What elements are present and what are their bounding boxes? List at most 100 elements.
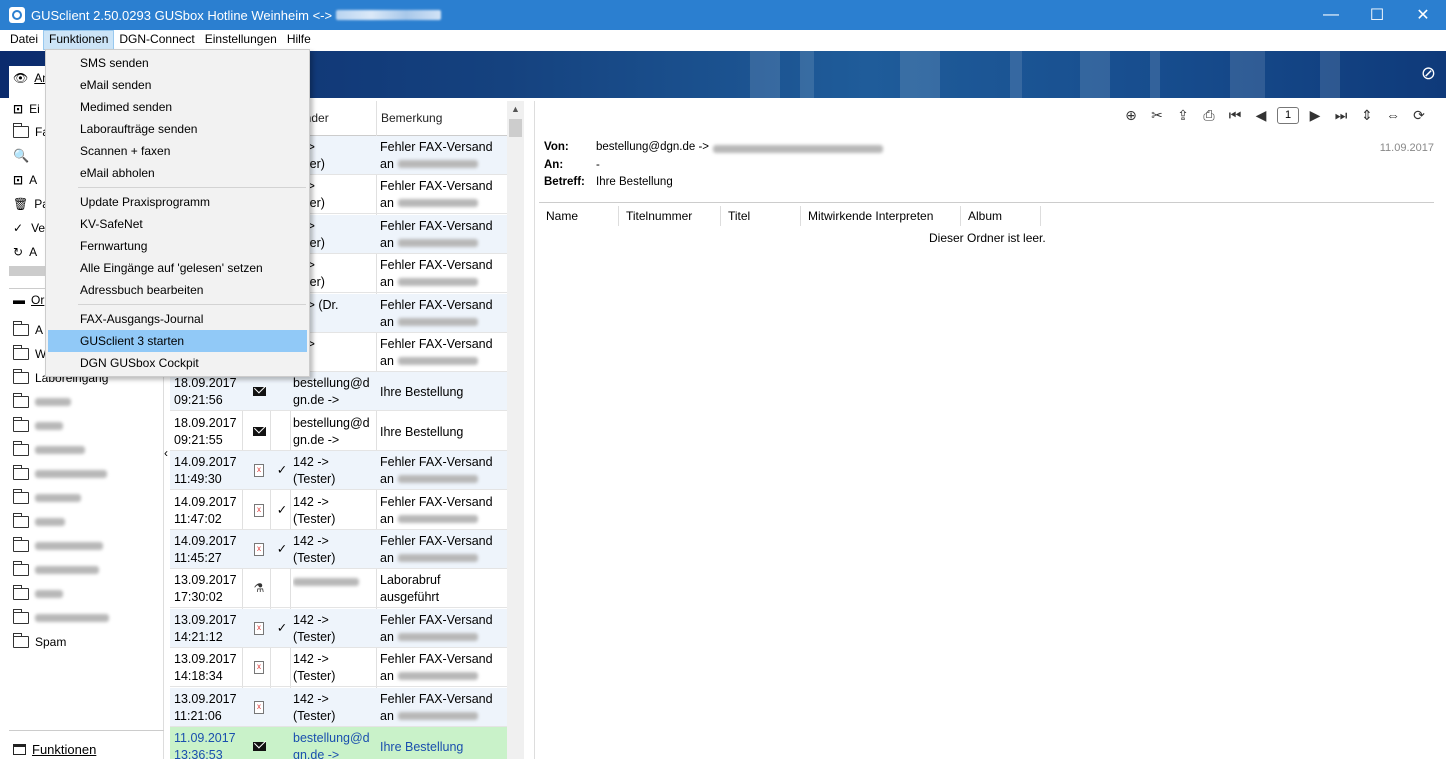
table-row[interactable]: 14.09.2017 11:45:27 ✓ 142 -> (Tester) Fehler … xyxy=(170,530,507,569)
zoom-in-icon[interactable]: ⊕ xyxy=(1121,105,1141,125)
scroll-up-icon[interactable]: ▲ xyxy=(511,104,520,114)
menu-item-adressbuch[interactable]: Adressbuch bearbeiten xyxy=(48,279,307,301)
menu-item-labor-senden[interactable]: Laboraufträge senden xyxy=(48,118,307,140)
menu-item-gusclient3-starten[interactable]: GUSclient 3 starten xyxy=(48,330,307,352)
collapse-arrow-icon[interactable]: ‹ xyxy=(164,446,168,460)
table-row[interactable]: 14.09.2017 11:47:02 ✓ 142 -> (Tester) Fehler … xyxy=(170,491,507,530)
message-date: 11.09.2017 xyxy=(1379,142,1434,154)
message-date: 14.09.2017 xyxy=(174,455,237,470)
folder-icon xyxy=(13,369,29,384)
eye-icon: 👁 xyxy=(13,71,29,85)
folder-item[interactable] xyxy=(9,439,164,461)
table-row[interactable]: 14.09.2017 11:49:30 ✓ 142 -> (Tester) Fehler … xyxy=(170,451,507,491)
note-line: an xyxy=(380,629,394,644)
print-icon[interactable]: ⎙ xyxy=(1199,105,1219,125)
folder-item[interactable] xyxy=(9,607,164,629)
folder-item[interactable] xyxy=(9,583,164,605)
redacted-text xyxy=(35,470,107,478)
menu-item-gusbox-cockpit[interactable]: DGN GUSbox Cockpit xyxy=(48,352,307,374)
fit-height-icon[interactable]: ⇕ xyxy=(1357,105,1377,125)
app-icon[interactable] xyxy=(9,7,25,23)
redacted-text xyxy=(35,614,109,622)
table-row[interactable]: 13.09.2017 14:18:34 142 -> (Tester) Fehler F… xyxy=(170,648,507,688)
menu-item-email-abholen[interactable]: eMail abholen xyxy=(48,162,307,184)
note-line: Fehler FAX-Versand xyxy=(380,218,493,233)
table-row[interactable]: 18.09.2017 09:21:55 bestellung@d gn.de -> Ih… xyxy=(170,412,507,451)
message-date-cell: 14.09.2017 11:47:02 xyxy=(174,491,242,530)
last-page-icon[interactable]: ⏭ xyxy=(1331,105,1351,125)
next-page-icon[interactable]: ▶ xyxy=(1305,105,1325,125)
menu-dgn-connect[interactable]: DGN-Connect xyxy=(114,30,199,50)
column-titel[interactable]: Titel xyxy=(721,206,801,226)
note-line: an xyxy=(380,551,394,565)
funktionen-dropdown-menu: SMS senden eMail senden Medimed senden L… xyxy=(45,49,310,377)
menu-item-medimed-senden[interactable]: Medimed senden xyxy=(48,96,307,118)
maximize-button[interactable]: ☐ xyxy=(1354,0,1400,30)
menu-item-update-praxisprogramm[interactable]: Update Praxisprogramm xyxy=(48,191,307,213)
menu-separator xyxy=(78,304,306,305)
page-number-input[interactable]: 1 xyxy=(1277,106,1299,124)
message-sender-cell: bestellung@d gn.de -> xyxy=(293,372,373,411)
folder-icon xyxy=(13,465,29,480)
note-line: Fehler FAX-Versand xyxy=(380,179,493,194)
message-note-cell: Fehler FAX-Versand an xyxy=(380,648,504,687)
column-header-note[interactable]: Bemerkung xyxy=(376,101,507,136)
folder-item[interactable] xyxy=(9,535,164,557)
upload-icon[interactable]: ⇪ xyxy=(1173,105,1193,125)
table-row[interactable]: 13.09.2017 14:21:12 ✓ 142 -> (Tester) Fehler … xyxy=(170,608,507,648)
table-row[interactable]: 18.09.2017 09:21:56 bestellung@d gn.de -> Ih… xyxy=(170,372,507,412)
menu-item-sms-senden[interactable]: SMS senden xyxy=(48,52,307,74)
redacted-text xyxy=(35,590,63,598)
funktionen-panel-button[interactable]: Funktionen xyxy=(13,742,96,757)
close-button[interactable]: ✕ xyxy=(1400,0,1446,30)
menu-item-alle-gelesen[interactable]: Alle Eingänge auf 'gelesen' setzen xyxy=(48,257,307,279)
prev-page-icon[interactable]: ◀ xyxy=(1251,105,1271,125)
folder-icon xyxy=(13,537,29,552)
menu-item-fax-journal[interactable]: FAX-Ausgangs-Journal xyxy=(48,308,307,330)
folder-item[interactable] xyxy=(9,511,164,533)
title-bar: GUSclient 2.50.0293 GUSbox Hotline Weinh… xyxy=(0,0,1446,30)
menu-datei[interactable]: Datei xyxy=(0,30,43,50)
menu-item-email-senden[interactable]: eMail senden xyxy=(48,74,307,96)
note-line: Laborabruf xyxy=(380,573,441,588)
scrollbar-thumb[interactable] xyxy=(509,119,522,137)
column-album[interactable]: Album xyxy=(961,206,1041,226)
folder-item[interactable] xyxy=(9,559,164,581)
folder-item[interactable] xyxy=(9,415,164,437)
message-check-cell: ✓ xyxy=(274,609,290,648)
menu-hilfe[interactable]: Hilfe xyxy=(282,30,316,50)
folder-item[interactable] xyxy=(9,391,164,413)
preview-pane: ⊕ ✂ ⇪ ⎙ ⏮ ◀ 1 ▶ ⏭ ⇕ ⇔ ⟳ Von: bestellung@… xyxy=(534,101,1439,759)
first-page-icon[interactable]: ⏮ xyxy=(1225,105,1245,125)
menu-item-kv-safenet[interactable]: KV-SafeNet xyxy=(48,213,307,235)
note-line: an xyxy=(380,196,394,211)
column-titelnummer[interactable]: Titelnummer xyxy=(619,206,721,226)
scissors-icon[interactable]: ✂ xyxy=(1147,105,1167,125)
rotate-icon[interactable]: ⟳ xyxy=(1409,105,1429,125)
menu-item-fernwartung[interactable]: Fernwartung xyxy=(48,235,307,257)
column-name[interactable]: Name xyxy=(539,206,619,226)
folder-icon xyxy=(13,489,29,504)
column-interpreten[interactable]: Mitwirkende Interpreten xyxy=(801,206,961,226)
folder-spam[interactable]: Spam xyxy=(9,631,164,653)
message-time: 09:21:56 xyxy=(174,393,223,408)
table-row[interactable]: 11.09.2017 13:36:53 bestellung@d gn.de -> Ih… xyxy=(170,727,507,759)
folder-item[interactable] xyxy=(9,487,164,509)
inbox-icon: ⊡ xyxy=(13,173,24,187)
menu-item-scannen-faxen[interactable]: Scannen + faxen xyxy=(48,140,307,162)
eye-off-icon[interactable]: ⊘ xyxy=(1421,63,1436,84)
message-list-scrollbar[interactable]: ▲ xyxy=(507,101,524,759)
table-row[interactable]: 13.09.2017 17:30:02 ⚗ Laborabruf ausgeführt xyxy=(170,569,507,609)
menu-funktionen[interactable]: Funktionen xyxy=(43,30,115,50)
menu-einstellungen[interactable]: Einstellungen xyxy=(200,30,282,50)
table-row[interactable]: 13.09.2017 11:21:06 142 -> (Tester) Fehler F… xyxy=(170,687,507,727)
folder-item[interactable] xyxy=(9,463,164,485)
subject-value: Ihre Bestellung xyxy=(596,176,673,188)
message-date: 13.09.2017 xyxy=(174,573,237,588)
minimize-button[interactable]: — xyxy=(1308,0,1354,30)
redacted-text xyxy=(35,542,103,550)
note-line: Fehler FAX-Versand xyxy=(380,297,493,312)
fit-width-icon[interactable]: ⇔ xyxy=(1383,105,1403,125)
folder-icon xyxy=(13,345,29,360)
sender-line: (Tester) xyxy=(293,511,336,526)
